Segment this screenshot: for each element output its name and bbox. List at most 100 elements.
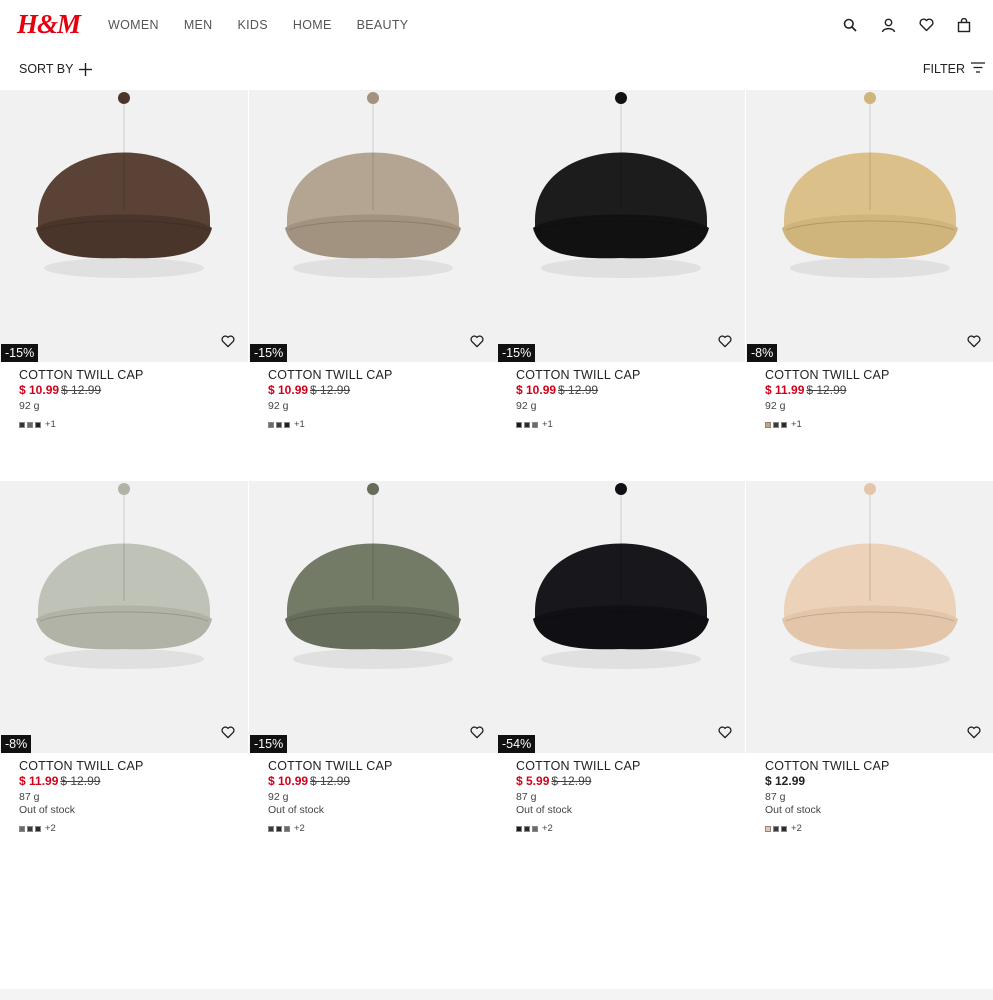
color-swatch[interactable] [276,421,282,428]
color-swatch[interactable] [516,421,522,428]
color-swatch[interactable] [532,825,538,832]
bag-icon[interactable] [955,16,973,34]
color-swatch[interactable] [773,421,779,428]
heart-icon[interactable] [718,726,734,742]
favorites-icon[interactable] [917,16,935,34]
color-swatch[interactable] [524,825,530,832]
product-info: COTTON TWILL CAP $ 11.99 $ 12.99 92 g +1 [765,368,990,430]
product-weight: 92 g [268,400,289,412]
hm-logo[interactable]: H&M [17,9,81,40]
product-image[interactable]: -54% [497,481,745,753]
filter-button[interactable]: FILTER [923,62,985,76]
price-row: $ 10.99 $ 12.99 [19,383,244,397]
product-image[interactable]: -15% [0,90,248,362]
color-swatch[interactable] [284,421,290,428]
cap-image [285,92,461,278]
color-swatches: +1 [765,419,990,430]
product-image[interactable]: -15% [249,90,497,362]
color-swatches: +2 [516,823,741,834]
more-colors[interactable]: +2 [294,823,305,834]
product-name[interactable]: COTTON TWILL CAP [268,759,493,773]
product-image[interactable] [746,481,993,753]
stock-status: Out of stock [516,804,573,816]
more-colors[interactable]: +2 [542,823,553,834]
product-image[interactable]: -8% [0,481,248,753]
heart-icon[interactable] [718,335,734,351]
color-swatch[interactable] [781,421,787,428]
color-swatch[interactable] [27,825,33,832]
cap-image [36,483,212,669]
product-weight: 87 g [19,791,40,803]
heart-icon[interactable] [221,726,237,742]
product-name[interactable]: COTTON TWILL CAP [765,759,990,773]
sort-by-button[interactable]: SORT BY [19,62,93,76]
color-swatch[interactable] [19,421,25,428]
color-swatch[interactable] [765,825,771,832]
current-price: $ 10.99 [19,383,60,397]
color-swatch[interactable] [524,421,530,428]
color-swatch[interactable] [27,421,33,428]
current-price: $ 5.99 [516,774,550,788]
color-swatch[interactable] [773,825,779,832]
color-swatch[interactable] [268,421,274,428]
product-info: COTTON TWILL CAP $ 10.99 $ 12.99 92 g +1 [516,368,741,430]
more-colors[interactable]: +1 [294,419,305,430]
cap-image [533,92,709,278]
more-colors[interactable]: +2 [45,823,56,834]
color-swatches: +2 [765,823,990,834]
product-info: COTTON TWILL CAP $ 11.99 $ 12.99 87 g Out of… [19,759,244,834]
discount-badge: -8% [747,344,778,362]
more-colors[interactable]: +2 [791,823,802,834]
product-info: COTTON TWILL CAP $ 5.99 $ 12.99 87 g Out of … [516,759,741,834]
nav-home[interactable]: HOME [293,18,332,32]
color-swatch[interactable] [35,421,41,428]
more-colors[interactable]: +1 [542,419,553,430]
color-swatch[interactable] [35,825,41,832]
product-weight: 92 g [268,791,289,803]
discount-badge: -15% [498,344,536,362]
color-swatch[interactable] [284,825,290,832]
heart-icon[interactable] [221,335,237,351]
product-name[interactable]: COTTON TWILL CAP [516,368,741,382]
nav-women[interactable]: WOMEN [108,18,159,32]
original-price: $ 12.99 [806,383,847,397]
color-swatches: +1 [19,419,244,430]
nav-beauty[interactable]: BEAUTY [357,18,409,32]
color-swatch[interactable] [276,825,282,832]
heart-icon[interactable] [470,335,486,351]
cap-button [615,483,627,495]
product-name[interactable]: COTTON TWILL CAP [268,368,493,382]
color-swatch[interactable] [19,825,25,832]
plus-icon [79,62,93,76]
heart-icon[interactable] [967,335,983,351]
product-name[interactable]: COTTON TWILL CAP [765,368,990,382]
color-swatch[interactable] [781,825,787,832]
price-row: $ 11.99 $ 12.99 [765,383,990,397]
more-colors[interactable]: +1 [45,419,56,430]
product-image[interactable]: -8% [746,90,993,362]
color-swatch[interactable] [516,825,522,832]
heart-icon[interactable] [470,726,486,742]
product-weight: 87 g [765,791,786,803]
nav-men[interactable]: MEN [184,18,213,32]
cap-button [864,92,876,104]
color-swatch[interactable] [268,825,274,832]
product-name[interactable]: COTTON TWILL CAP [516,759,741,773]
account-icon[interactable] [879,16,897,34]
toolbar: SORT BY FILTER [0,58,993,84]
color-swatch[interactable] [532,421,538,428]
search-icon[interactable] [841,16,859,34]
product-name[interactable]: COTTON TWILL CAP [19,759,244,773]
more-colors[interactable]: +1 [791,419,802,430]
original-price: $ 12.99 [551,774,592,788]
product-image[interactable]: -15% [497,90,745,362]
original-price: $ 12.99 [310,383,351,397]
product-name[interactable]: COTTON TWILL CAP [19,368,244,382]
color-swatch[interactable] [765,421,771,428]
heart-icon[interactable] [967,726,983,742]
product-info: COTTON TWILL CAP $ 10.99 $ 12.99 92 g +1 [19,368,244,430]
product-image[interactable]: -15% [249,481,497,753]
nav-kids[interactable]: KIDS [238,18,268,32]
current-price: $ 10.99 [516,383,557,397]
product-weight: 92 g [765,400,786,412]
